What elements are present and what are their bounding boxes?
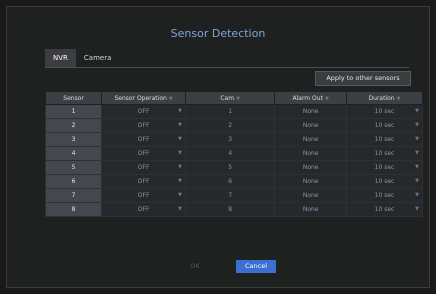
cam-select[interactable]: 4: [184, 146, 276, 161]
header-cam[interactable]: Cam ▼: [184, 91, 276, 105]
tab-nvr[interactable]: NVR: [45, 49, 76, 67]
ok-button[interactable]: OK: [175, 260, 215, 273]
dropdown-arrow-icon: ▼: [178, 206, 182, 212]
tab-bar: NVR Camera: [45, 49, 119, 67]
alarm-out-select[interactable]: None: [274, 118, 348, 133]
dropdown-arrow-icon: ▼: [415, 192, 419, 198]
table-row: 7 OFF ▼ 7 None 10 sec ▼: [44, 188, 423, 203]
dropdown-arrow-icon: ▼: [178, 122, 182, 128]
cam-select[interactable]: 3: [184, 132, 276, 147]
dropdown-arrow-icon: ▼: [178, 192, 182, 198]
duration-select[interactable]: 10 sec ▼: [346, 188, 423, 203]
cancel-button[interactable]: Cancel: [236, 260, 276, 273]
duration-select[interactable]: 10 sec ▼: [346, 174, 423, 189]
dropdown-arrow-icon: ▼: [178, 150, 182, 156]
sensor-number: 6: [44, 174, 103, 189]
duration-select[interactable]: 10 sec ▼: [346, 118, 423, 133]
sensor-operation-select[interactable]: OFF ▼: [101, 188, 186, 203]
alarm-out-select[interactable]: None: [274, 174, 348, 189]
sensor-operation-select[interactable]: OFF ▼: [101, 104, 186, 119]
alarm-out-select[interactable]: None: [274, 202, 348, 217]
table-row: 2 OFF ▼ 2 None 10 sec ▼: [44, 118, 423, 133]
cam-select[interactable]: 8: [184, 202, 276, 217]
dropdown-arrow-icon: ▼: [415, 164, 419, 170]
sensor-number: 2: [44, 118, 103, 133]
table-row: 6 OFF ▼ 6 None 10 sec ▼: [44, 174, 423, 189]
sensor-operation-select[interactable]: OFF ▼: [101, 132, 186, 147]
alarm-out-select[interactable]: None: [274, 104, 348, 119]
sensor-number: 5: [44, 160, 103, 175]
tab-camera[interactable]: Camera: [76, 49, 119, 67]
dropdown-arrow-icon: ▼: [415, 108, 419, 114]
cam-select[interactable]: 5: [184, 160, 276, 175]
dropdown-arrow-icon: ▼: [415, 136, 419, 142]
duration-select[interactable]: 10 sec ▼: [346, 132, 423, 147]
apply-to-other-sensors-button[interactable]: Apply to other sensors: [315, 71, 411, 86]
table-row: 4 OFF ▼ 4 None 10 sec ▼: [44, 146, 423, 161]
cam-select[interactable]: 2: [184, 118, 276, 133]
dialog-title: Sensor Detection: [170, 27, 266, 40]
sensor-number: 8: [44, 202, 103, 217]
sensor-table: Sensor Sensor Operation ▼ Cam ▼ Alarm Out ▼…: [44, 91, 423, 217]
sensor-detection-dialog: Sensor Detection NVR Camera Apply to oth…: [6, 6, 430, 288]
header-alarm-out[interactable]: Alarm Out ▼: [274, 91, 348, 105]
dropdown-arrow-icon: ▼: [415, 150, 419, 156]
header-duration[interactable]: Duration ▼: [346, 91, 423, 105]
cam-select[interactable]: 7: [184, 188, 276, 203]
sensor-operation-select[interactable]: OFF ▼: [101, 160, 186, 175]
dropdown-arrow-icon: ▼: [415, 178, 419, 184]
dropdown-arrow-icon: ▼: [178, 164, 182, 170]
sensor-operation-select[interactable]: OFF ▼: [101, 146, 186, 161]
alarm-out-select[interactable]: None: [274, 146, 348, 161]
alarm-out-select[interactable]: None: [274, 132, 348, 147]
table-row: 5 OFF ▼ 5 None 10 sec ▼: [44, 160, 423, 175]
sort-arrow-icon: ▼: [324, 95, 329, 102]
sensor-operation-select[interactable]: OFF ▼: [101, 174, 186, 189]
cam-select[interactable]: 6: [184, 174, 276, 189]
table-row: 1 OFF ▼ 1 None 10 sec ▼: [44, 104, 423, 119]
sensor-number: 4: [44, 146, 103, 161]
cam-select[interactable]: 1: [184, 104, 276, 119]
table-row: 8 OFF ▼ 8 None 10 sec ▼: [44, 202, 423, 217]
table-row: 3 OFF ▼ 3 None 10 sec ▼: [44, 132, 423, 147]
duration-select[interactable]: 10 sec ▼: [346, 202, 423, 217]
sort-arrow-icon: ▼: [168, 95, 173, 102]
duration-select[interactable]: 10 sec ▼: [346, 146, 423, 161]
header-sensor-operation[interactable]: Sensor Operation ▼: [101, 91, 186, 105]
duration-select[interactable]: 10 sec ▼: [346, 104, 423, 119]
alarm-out-select[interactable]: None: [274, 188, 348, 203]
sort-arrow-icon: ▼: [396, 95, 401, 102]
header-sensor: Sensor: [44, 91, 103, 105]
duration-select[interactable]: 10 sec ▼: [346, 160, 423, 175]
sensor-number: 3: [44, 132, 103, 147]
sensor-number: 7: [44, 188, 103, 203]
alarm-out-select[interactable]: None: [274, 160, 348, 175]
sensor-operation-select[interactable]: OFF ▼: [101, 202, 186, 217]
sort-arrow-icon: ▼: [236, 95, 240, 102]
dropdown-arrow-icon: ▼: [415, 206, 419, 212]
dropdown-arrow-icon: ▼: [178, 136, 182, 142]
dropdown-arrow-icon: ▼: [178, 178, 182, 184]
sensor-number: 1: [44, 104, 103, 119]
tab-divider: [45, 67, 409, 68]
sensor-operation-select[interactable]: OFF ▼: [101, 118, 186, 133]
dropdown-arrow-icon: ▼: [415, 122, 419, 128]
table-header-row: Sensor Sensor Operation ▼ Cam ▼ Alarm Out ▼…: [44, 91, 423, 105]
dropdown-arrow-icon: ▼: [178, 108, 182, 114]
